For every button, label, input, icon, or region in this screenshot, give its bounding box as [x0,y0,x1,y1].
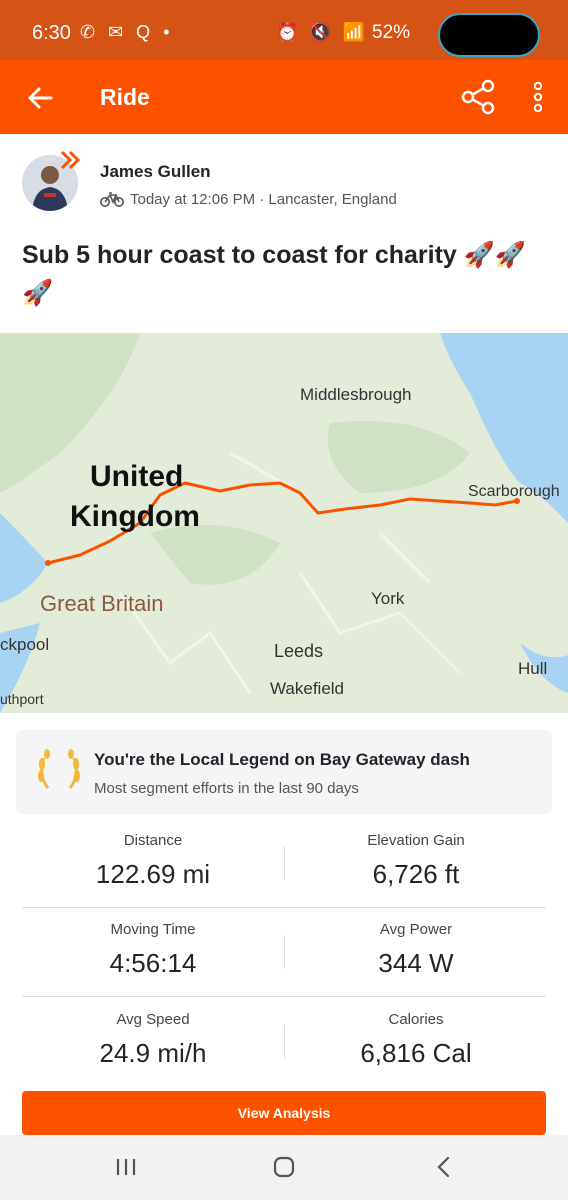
map-label-blackpool: ckpool [0,635,50,654]
local-legend-card[interactable]: You're the Local Legend on Bay Gateway d… [16,730,552,814]
system-nav-bar [0,1135,568,1200]
row-divider [22,907,546,908]
stat-calories: Calories 6,816 Cal [285,1011,547,1069]
stat-label: Avg Speed [116,1011,190,1028]
map-label-york: York [371,589,405,608]
map-label-middlesbrough: Middlesbrough [300,385,412,404]
stat-moving-time: Moving Time 4:56:14 [22,921,284,979]
map-label-scarborough: Scarborough [468,483,560,500]
home-icon[interactable] [272,1155,296,1179]
battery-level: 52% [372,22,411,43]
stat-value: 6,726 ft [372,859,460,889]
activity-date-location: Today at 12:06 PM · Lancaster, England [130,190,397,208]
share-icon [461,79,495,115]
local-legend-subtitle: Most segment efforts in the last 90 days [94,780,359,797]
stat-value: 24.9 mi/h [99,1038,207,1068]
map-label-kingdom: Kingdom [70,500,200,533]
stat-label: Elevation Gain [367,832,465,849]
system-back-icon[interactable] [432,1155,456,1179]
laurel-wreath-icon [38,749,80,789]
stat-label: Distance [123,832,183,849]
stat-label: Moving Time [110,921,196,938]
map-label-southport: uthport [0,691,44,707]
share-button[interactable] [458,76,500,118]
stat-value: 344 W [378,948,454,978]
stat-value: 4:56:14 [109,948,197,978]
view-analysis-button[interactable]: View Analysis [22,1091,546,1135]
bike-icon [100,192,124,207]
stat-value: 6,816 Cal [360,1038,472,1068]
stat-label: Calories [388,1011,444,1028]
back-button[interactable] [20,78,60,118]
map-label-wakefield: Wakefield [270,679,345,698]
page-title: Ride [100,84,150,110]
app-bar: Ride [0,60,568,134]
stat-label: Avg Power [379,921,453,938]
stat-elevation-gain: Elevation Gain 6,726 ft [285,832,547,890]
status-bar: 6:30 ✆ ✉ Q • ⏰ 🔇 📶 52% [0,0,568,60]
local-legend-title: You're the Local Legend on Bay Gateway d… [94,750,470,769]
recents-icon[interactable] [114,1157,138,1177]
map-label-hull: Hull [518,659,548,678]
athlete-name[interactable]: James Gullen [100,162,211,182]
more-options-button[interactable] [522,76,554,118]
stat-value: 122.69 mi [95,859,211,889]
map-label-great-britain: Great Britain [40,591,164,616]
map-label-united: United [90,460,184,493]
stat-avg-speed: Avg Speed 24.9 mi/h [22,1011,284,1069]
arrow-left-icon [28,87,53,109]
activity-title: Sub 5 hour coast to coast for charity 🚀🚀… [22,241,527,307]
route-start-marker [45,560,51,566]
activity-meta: Today at 12:06 PM · Lancaster, England [100,190,397,208]
row-divider [22,996,546,997]
stat-avg-power: Avg Power 344 W [285,921,547,979]
stat-distance: Distance 122.69 mi [22,832,284,890]
more-vertical-icon [533,81,543,113]
system-status-icons: ⏰ 🔇 📶 [276,22,369,42]
notification-icons: ✆ ✉ Q • [80,22,174,42]
route-map[interactable]: Middlesbrough United Kingdom Great Brita… [0,333,568,713]
map-label-leeds: Leeds [274,641,324,661]
subscriber-badge-icon [60,150,81,170]
camera-cutout [438,13,540,57]
status-time: 6:30 [32,22,71,44]
